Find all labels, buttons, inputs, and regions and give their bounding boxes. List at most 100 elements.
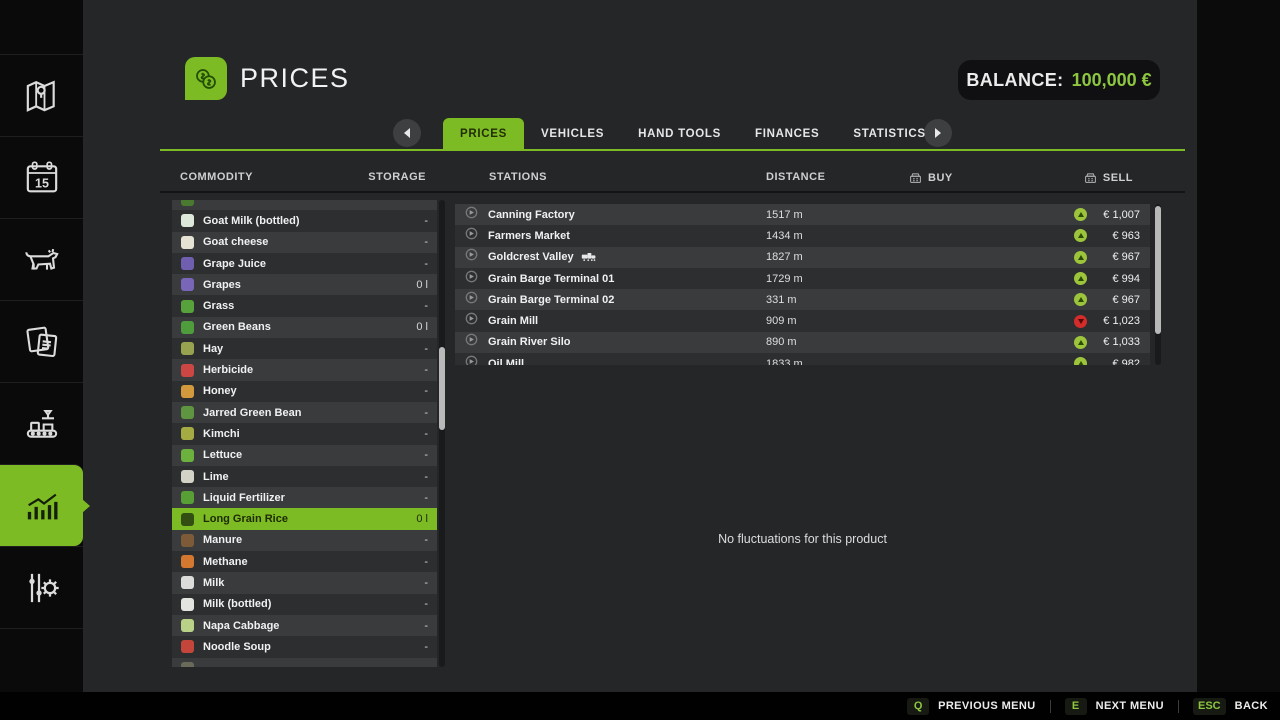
- commodity-row[interactable]: Grass -: [172, 295, 437, 316]
- commodity-scrollbar[interactable]: [439, 200, 445, 667]
- commodity-row[interactable]: Methane -: [172, 551, 437, 572]
- tab[interactable]: STATISTICS: [836, 118, 942, 149]
- train-icon: [581, 252, 597, 262]
- station-distance: 1833 m: [766, 358, 926, 365]
- commodity-storage: -: [424, 534, 428, 546]
- station-jump-icon: [465, 206, 488, 224]
- station-jump-icon: [465, 355, 488, 365]
- sidebar-item-production[interactable]: [0, 382, 83, 464]
- key-hint: Q PREVIOUS MENU: [907, 698, 1036, 715]
- commodity-icon: [181, 300, 194, 313]
- sell-register-icon: [1084, 171, 1097, 184]
- commodity-icon: [181, 321, 194, 334]
- commodity-row[interactable]: Grape Juice -: [172, 253, 437, 274]
- tab[interactable]: PRICES: [443, 118, 524, 149]
- commodity-name: Lime: [203, 471, 229, 483]
- commodity-scrollbar-thumb[interactable]: [439, 347, 445, 430]
- station-sell-price: € 1,033: [1094, 336, 1140, 348]
- commodity-storage: -: [424, 556, 428, 568]
- commodity-icon: [181, 214, 194, 227]
- commodity-row[interactable]: Herbicide -: [172, 359, 437, 380]
- commodity-row[interactable]: Manure -: [172, 530, 437, 551]
- commodity-row[interactable]: Long Grain Rice 0 l: [172, 508, 437, 529]
- commodity-storage: -: [424, 215, 428, 227]
- commodity-row[interactable]: Milk (bottled) -: [172, 594, 437, 615]
- column-header-buy: BUY: [909, 171, 953, 184]
- commodity-icon: [181, 470, 194, 483]
- key-hint: ESC BACK: [1193, 698, 1268, 715]
- station-jump-icon: [465, 227, 488, 245]
- commodity-row[interactable]: Honey -: [172, 381, 437, 402]
- commodity-row[interactable]: Noodle Soup -: [172, 636, 437, 657]
- buy-label: BUY: [928, 172, 953, 184]
- tab[interactable]: HAND TOOLS: [621, 118, 738, 149]
- station-distance: 890 m: [766, 336, 926, 348]
- station-row[interactable]: Grain Barge Terminal 01 1729 m € 994: [455, 268, 1150, 289]
- commodity-name: Kimchi: [203, 428, 240, 440]
- sidebar-item-prices[interactable]: [0, 464, 83, 546]
- commodity-row[interactable]: [172, 200, 437, 210]
- station-row[interactable]: Grain River Silo 890 m € 1,033: [455, 332, 1150, 353]
- commodity-row[interactable]: Jarred Green Bean -: [172, 402, 437, 423]
- station-sell-price: € 967: [1094, 251, 1140, 263]
- stations-scrollbar-thumb[interactable]: [1155, 206, 1161, 334]
- key-hint: E NEXT MENU: [1065, 698, 1164, 715]
- commodity-storage: -: [424, 300, 428, 312]
- station-distance: 1827 m: [766, 251, 926, 263]
- calendar-icon: 15: [22, 158, 62, 198]
- tab[interactable]: VEHICLES: [524, 118, 621, 149]
- commodity-storage: -: [424, 407, 428, 419]
- tab-underline: [160, 149, 1185, 151]
- sidebar-divider: [0, 628, 83, 629]
- sidebar-item-calendar[interactable]: 15: [0, 136, 83, 218]
- stations-scrollbar[interactable]: [1155, 204, 1161, 365]
- station-row[interactable]: Farmers Market 1434 m € 963: [455, 225, 1150, 246]
- commodity-row[interactable]: Kimchi -: [172, 423, 437, 444]
- sidebar-item-contracts[interactable]: [0, 300, 83, 382]
- animals-icon: [22, 240, 62, 280]
- commodity-row[interactable]: Lettuce -: [172, 445, 437, 466]
- commodity-row[interactable]: Milk -: [172, 572, 437, 593]
- station-jump-icon: [465, 333, 488, 351]
- commodity-row[interactable]: Lime -: [172, 466, 437, 487]
- sidebar-item-map[interactable]: [0, 54, 83, 136]
- commodity-name: Methane: [203, 556, 248, 568]
- trend-icon: [1074, 336, 1087, 349]
- station-name: Grain Barge Terminal 01: [488, 273, 614, 285]
- commodity-name: Goat Milk (bottled): [203, 215, 300, 227]
- key-hint-label: BACK: [1235, 700, 1268, 712]
- commodity-name: Long Grain Rice: [203, 513, 288, 525]
- sidebar-item-settings[interactable]: [0, 546, 83, 628]
- trend-icon: [1074, 229, 1087, 242]
- station-sell-price: € 982: [1094, 358, 1140, 365]
- commodity-storage: -: [424, 236, 428, 248]
- commodity-icon: [181, 236, 194, 249]
- station-row[interactable]: Oil Mill 1833 m € 982: [455, 353, 1150, 365]
- commodity-icon: [181, 200, 194, 206]
- station-row[interactable]: Grain Mill 909 m € 1,023: [455, 310, 1150, 331]
- trend-icon: [1074, 357, 1087, 365]
- station-row[interactable]: Grain Barge Terminal 02 331 m € 967: [455, 289, 1150, 310]
- svg-text:15: 15: [35, 176, 49, 190]
- commodity-icon: [181, 555, 194, 568]
- commodity-row[interactable]: Goat Milk (bottled) -: [172, 210, 437, 231]
- commodity-row[interactable]: Napa Cabbage -: [172, 615, 437, 636]
- tab-prev-arrow-button[interactable]: [393, 119, 421, 147]
- commodity-icon: [181, 278, 194, 291]
- sidebar: 15: [0, 0, 83, 692]
- sidebar-item-animals[interactable]: [0, 218, 83, 300]
- commodity-row[interactable]: Goat cheese -: [172, 232, 437, 253]
- main-panel: PRICES BALANCE: 100,000 € PRICESVEHICLES…: [83, 0, 1197, 692]
- tab[interactable]: FINANCES: [738, 118, 836, 149]
- station-row[interactable]: Canning Factory 1517 m € 1,007: [455, 204, 1150, 225]
- commodity-name: Milk (bottled): [203, 598, 271, 610]
- commodity-icon: [181, 513, 194, 526]
- commodity-row[interactable]: [172, 658, 437, 667]
- commodity-row[interactable]: Green Beans 0 l: [172, 317, 437, 338]
- commodity-row[interactable]: Hay -: [172, 338, 437, 359]
- station-name: Canning Factory: [488, 209, 575, 221]
- commodity-row[interactable]: Liquid Fertilizer -: [172, 487, 437, 508]
- commodity-row[interactable]: Grapes 0 l: [172, 274, 437, 295]
- arrow-left-icon: [404, 128, 410, 138]
- station-row[interactable]: Goldcrest Valley 1827 m € 967: [455, 247, 1150, 268]
